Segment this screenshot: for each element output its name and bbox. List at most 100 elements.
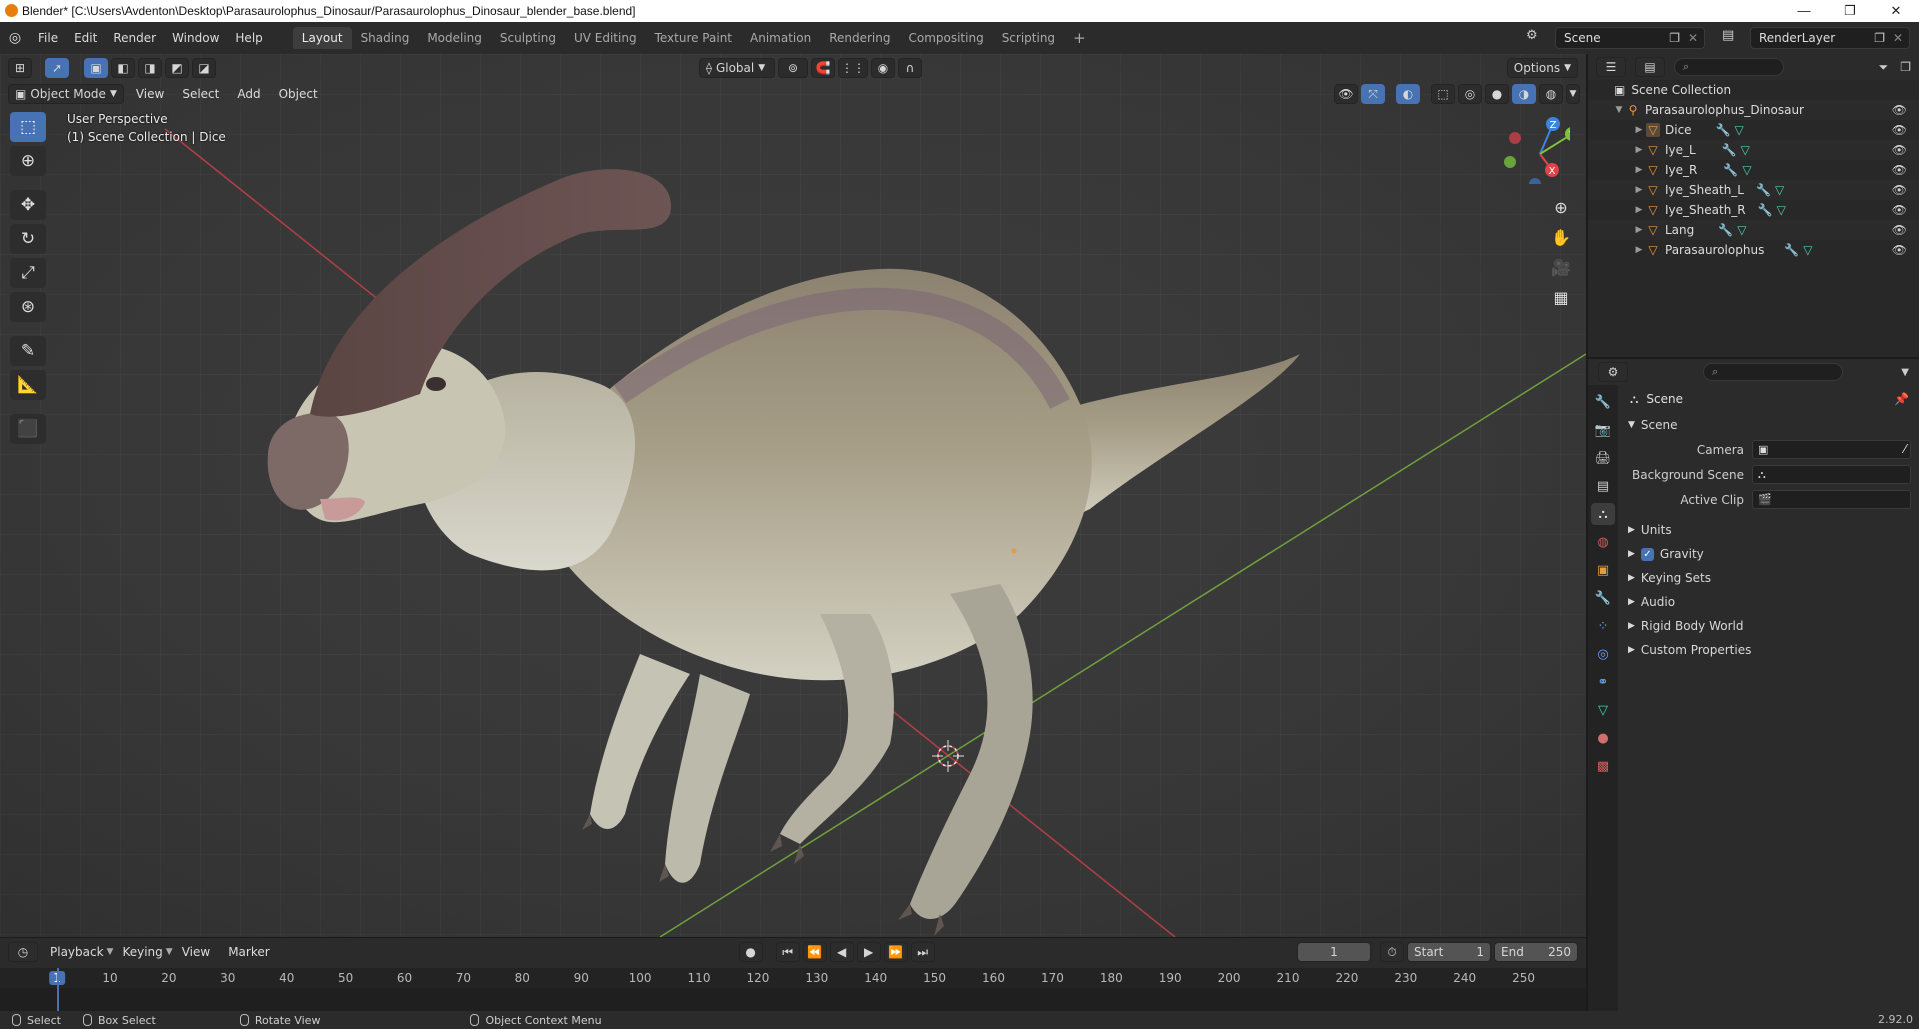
outliner-object-row[interactable]: ▶ ▽ Iye_L 🔧 ▽ 👁: [1588, 140, 1919, 160]
add-cube-tool-icon[interactable]: ⬛: [10, 414, 46, 444]
snap-toggle-icon[interactable]: 🧲: [811, 58, 835, 78]
viewport-menu-object[interactable]: Object: [270, 87, 327, 101]
panel-rigid-body-world-header[interactable]: ▶ Rigid Body World: [1622, 614, 1915, 638]
outliner-object-row[interactable]: ▶ ▽ Lang 🔧 ▽ 👁: [1588, 220, 1919, 240]
tab-compositing[interactable]: Compositing: [899, 27, 992, 49]
data-tab-icon[interactable]: ▽: [1591, 699, 1615, 721]
visibility-eye-icon[interactable]: 👁: [1892, 183, 1907, 197]
expand-triangle-icon[interactable]: ▶: [1632, 185, 1646, 195]
delete-scene-icon[interactable]: ✕: [1688, 28, 1698, 48]
scene-type-icon[interactable]: ⚙: [1526, 28, 1538, 43]
render-tab-icon[interactable]: 📷: [1591, 419, 1615, 441]
collection-row[interactable]: ▼ ⚲ Parasaurolophus_Dinosaur 👁: [1588, 100, 1919, 120]
view-layer-selector[interactable]: RenderLayer ❐ ✕: [1750, 27, 1910, 49]
visibility-eye-icon[interactable]: 👁: [1892, 223, 1907, 237]
select-box-tool-icon[interactable]: ⬚: [10, 112, 46, 142]
close-button[interactable]: ✕: [1873, 0, 1919, 22]
play-icon[interactable]: ▶: [856, 942, 881, 962]
overlay-toggle-icon[interactable]: ◐: [1396, 84, 1420, 104]
visibility-eye-icon[interactable]: 👁: [1892, 163, 1907, 177]
tab-shading[interactable]: Shading: [352, 27, 419, 49]
annotate-tool-icon[interactable]: ✎: [10, 336, 46, 366]
scene-selector[interactable]: Scene ❐ ✕: [1555, 27, 1705, 49]
background-scene-field[interactable]: ⛬: [1752, 465, 1911, 484]
tool-tab-icon[interactable]: 🔧: [1591, 391, 1615, 413]
expand-triangle-icon[interactable]: ▼: [1612, 105, 1626, 115]
tab-scripting[interactable]: Scripting: [993, 27, 1064, 49]
chevron-down-icon[interactable]: ▼: [1901, 367, 1909, 378]
transform-tool-icon[interactable]: ⊛: [10, 292, 46, 322]
maximize-button[interactable]: ❐: [1827, 0, 1873, 22]
expand-triangle-icon[interactable]: ▶: [1632, 225, 1646, 235]
jump-start-icon[interactable]: ⏮: [775, 942, 800, 962]
jump-prev-key-icon[interactable]: ⏪: [802, 942, 827, 962]
outliner-editor-type-icon[interactable]: ☰: [1596, 57, 1626, 77]
xray-toggle-icon[interactable]: ⬚: [1431, 84, 1455, 104]
physics-tab-icon[interactable]: ◎: [1591, 643, 1615, 665]
shading-wireframe-icon[interactable]: ◎: [1458, 84, 1482, 104]
panel-gravity-header[interactable]: ▶ ✓ Gravity: [1622, 542, 1915, 566]
viewport-menu-add[interactable]: Add: [228, 87, 269, 101]
new-view-layer-icon[interactable]: ❐: [1874, 28, 1885, 48]
visibility-eye-icon[interactable]: 👁: [1892, 143, 1907, 157]
menu-window[interactable]: Window: [164, 27, 227, 49]
object-tab-icon[interactable]: ▣: [1591, 559, 1615, 581]
timeline-ruler[interactable]: 1102030405060708090100110120130140150160…: [0, 968, 1586, 988]
preview-range-icon[interactable]: ⏱: [1380, 942, 1404, 962]
material-tab-icon[interactable]: ●: [1591, 727, 1615, 749]
properties-search-input[interactable]: ⌕: [1703, 363, 1843, 381]
falloff-icon[interactable]: ∩: [898, 58, 922, 78]
menu-file[interactable]: File: [30, 27, 66, 49]
shading-options-icon[interactable]: ▼: [1566, 84, 1580, 104]
cursor-tool-icon[interactable]: ⊕: [10, 146, 46, 176]
properties-editor-type-icon[interactable]: ⚙: [1598, 362, 1628, 382]
visibility-eye-icon[interactable]: 👁: [1892, 203, 1907, 217]
scene-tab-icon[interactable]: ⛬: [1591, 503, 1615, 525]
outliner-search-input[interactable]: ⌕: [1674, 58, 1784, 76]
output-tab-icon[interactable]: 🖨: [1591, 447, 1615, 469]
tab-texture-paint[interactable]: Texture Paint: [646, 27, 741, 49]
expand-triangle-icon[interactable]: ▶: [1632, 165, 1646, 175]
panel-custom-properties-header[interactable]: ▶ Custom Properties: [1622, 638, 1915, 662]
viewport-menu-view[interactable]: View: [127, 87, 173, 101]
visibility-eye-icon[interactable]: 👁: [1892, 103, 1907, 117]
timeline-track[interactable]: [0, 988, 1586, 1012]
particles-tab-icon[interactable]: ⁘: [1591, 615, 1615, 637]
outliner-object-row[interactable]: ▶ ▽ Iye_Sheath_L 🔧 ▽ 👁: [1588, 180, 1919, 200]
delete-view-layer-icon[interactable]: ✕: [1893, 28, 1903, 48]
tab-layout[interactable]: Layout: [292, 27, 352, 49]
timeline-menu-marker[interactable]: Marker: [219, 945, 278, 959]
texture-tab-icon[interactable]: ▩: [1591, 755, 1615, 777]
shading-rendered-icon[interactable]: ◍: [1539, 84, 1563, 104]
proportional-edit-icon[interactable]: ◉: [871, 58, 895, 78]
select-mode-invert-icon[interactable]: ◩: [165, 58, 189, 78]
timeline-menu-keying[interactable]: Keying: [113, 945, 171, 959]
play-reverse-icon[interactable]: ◀: [829, 942, 854, 962]
outliner-object-row[interactable]: ▶ ▽ Parasaurolophus 🔧 ▽ 👁: [1588, 240, 1919, 260]
camera-view-icon[interactable]: 🎥: [1548, 254, 1574, 280]
panel-units-header[interactable]: ▶ Units: [1622, 518, 1915, 542]
panel-audio-header[interactable]: ▶ Audio: [1622, 590, 1915, 614]
mode-dropdown[interactable]: ▣ Object Mode ▼: [8, 84, 124, 104]
options-dropdown[interactable]: Options ▼: [1506, 58, 1578, 78]
menu-render[interactable]: Render: [105, 27, 164, 49]
minimize-button[interactable]: —: [1781, 0, 1827, 22]
pin-icon[interactable]: 📌: [1894, 392, 1909, 406]
scene-collection-row[interactable]: ▣ Scene Collection: [1588, 80, 1919, 100]
outliner-object-row[interactable]: ▶ ▽ Iye_Sheath_R 🔧 ▽ 👁: [1588, 200, 1919, 220]
3d-viewport[interactable]: ⊞ ➚ ▣ ◧ ◨ ◩ ◪ ⟠ Global ▼ ⊚ 🧲 ⋮⋮ ◉ ∩ Option…: [0, 54, 1586, 937]
constraints-tab-icon[interactable]: ⚭: [1591, 671, 1615, 693]
pan-view-icon[interactable]: ✋: [1548, 224, 1574, 250]
move-tool-icon[interactable]: ✥: [10, 190, 46, 220]
display-mode-icon[interactable]: ▤: [1635, 57, 1665, 77]
perspective-toggle-icon[interactable]: ▦: [1548, 284, 1574, 310]
expand-triangle-icon[interactable]: ▶: [1632, 245, 1646, 255]
outliner-object-row[interactable]: ▶ ▽ Iye_R 🔧 ▽ 👁: [1588, 160, 1919, 180]
add-workspace-icon[interactable]: +: [1064, 27, 1095, 49]
blender-menu-icon[interactable]: ◎: [0, 30, 30, 46]
select-mode-new-icon[interactable]: ▣: [84, 58, 108, 78]
navigation-gizmo[interactable]: Z Y X: [1500, 114, 1570, 184]
camera-field[interactable]: ▣ ⁄: [1752, 440, 1911, 459]
tab-sculpting[interactable]: Sculpting: [491, 27, 565, 49]
expand-triangle-icon[interactable]: ▶: [1632, 205, 1646, 215]
